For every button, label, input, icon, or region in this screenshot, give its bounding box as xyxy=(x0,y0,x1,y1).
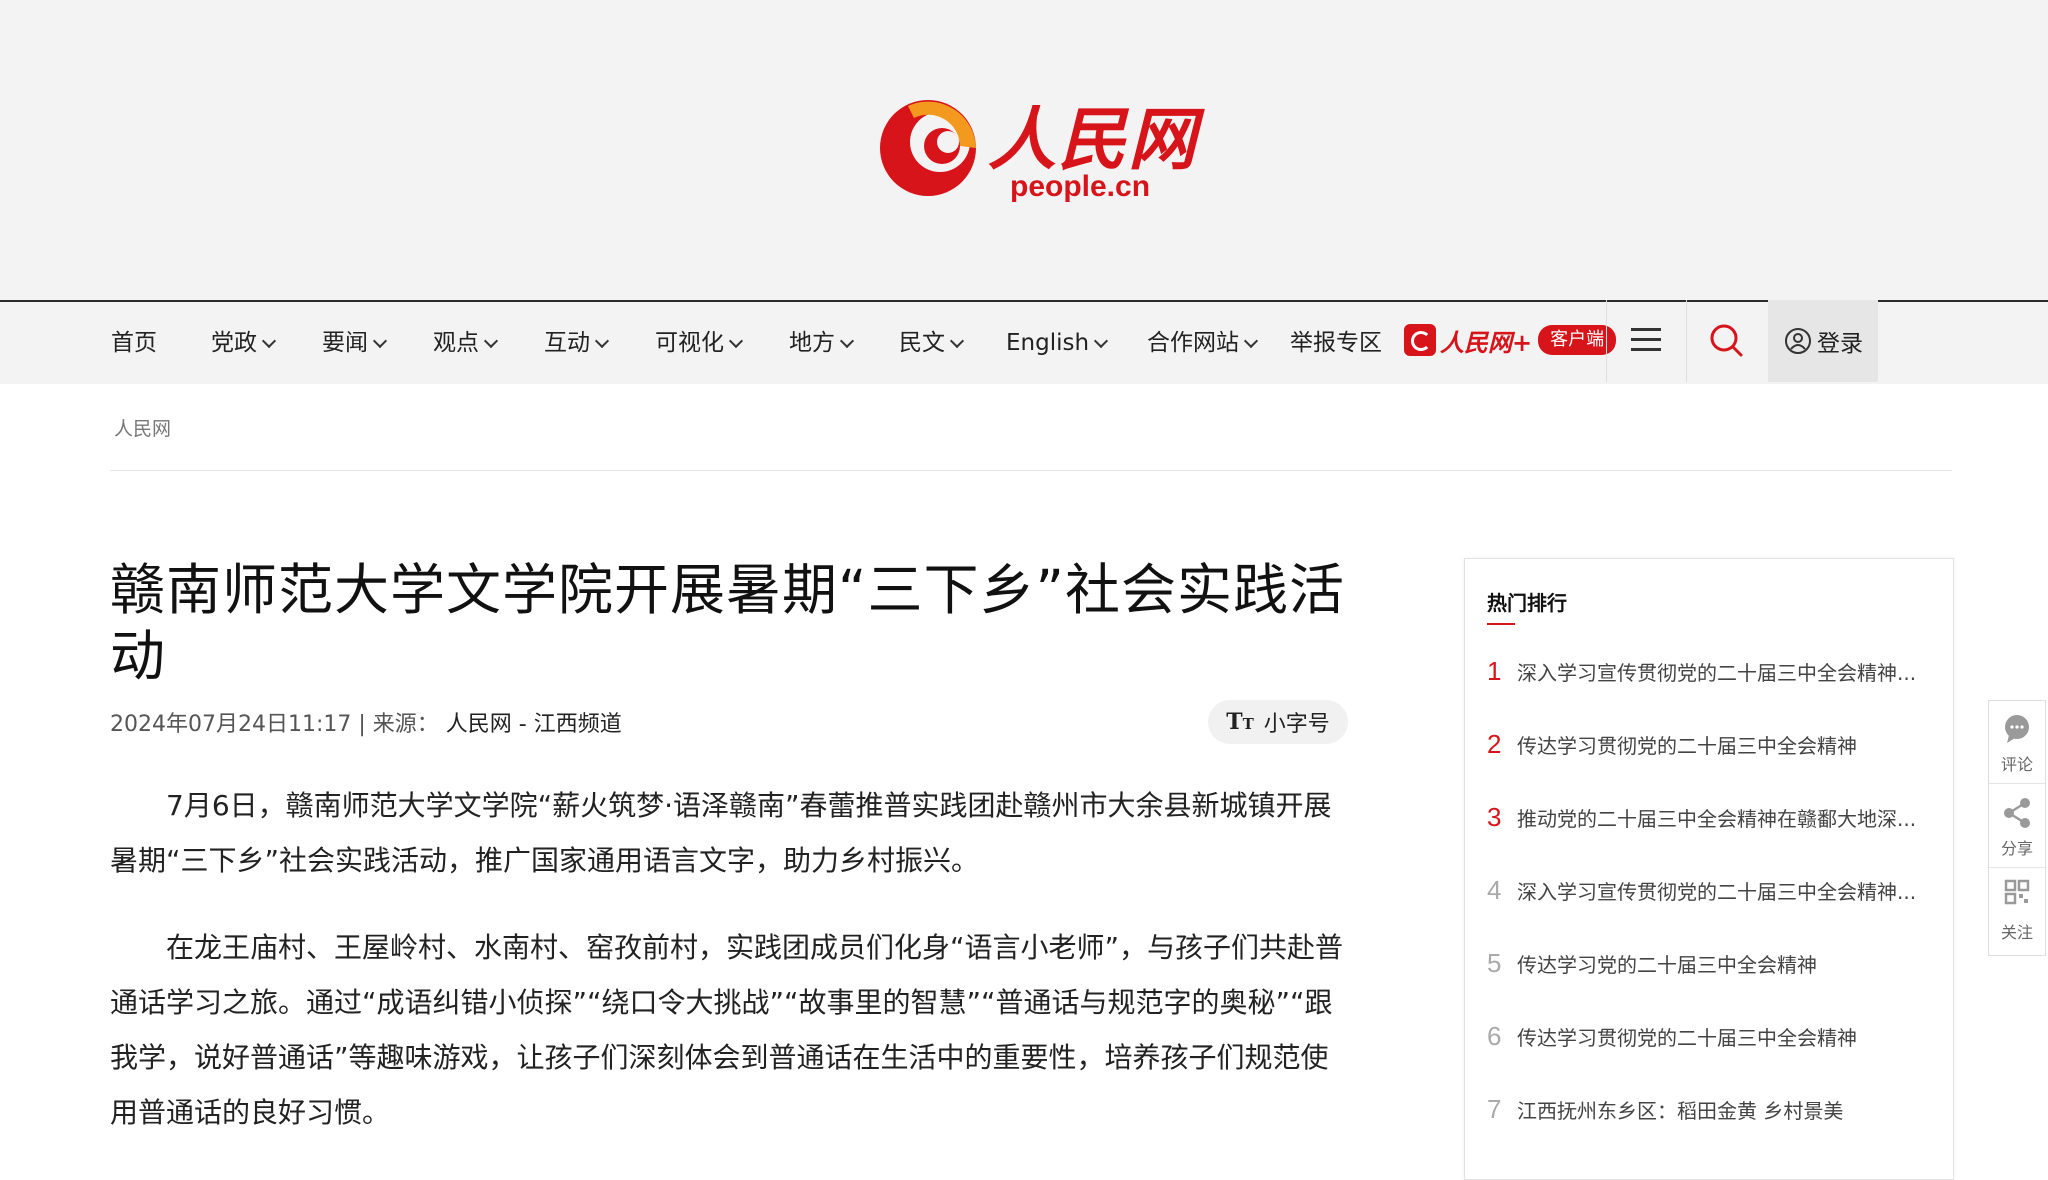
nav-item-visual[interactable]: 可视化 xyxy=(655,302,744,384)
user-icon xyxy=(1785,328,1811,354)
chevron-down-icon xyxy=(483,333,499,349)
rank-headline: 深入学习宣传贯彻党的二十届三中全会精神... xyxy=(1517,879,1917,904)
hot-ranking-item[interactable]: 7 江西抚州东乡区：稻田金黄 乡村景美 xyxy=(1487,1089,1927,1129)
rank-number: 2 xyxy=(1487,728,1502,759)
nav-item-home[interactable]: 首页 xyxy=(111,302,157,384)
nav-item-label: 地方 xyxy=(789,330,835,356)
font-size-label: 小字号 xyxy=(1263,712,1330,737)
divider xyxy=(1989,867,2045,868)
hot-ranking-item[interactable]: 3 推动党的二十届三中全会精神在赣鄱大地深... xyxy=(1487,797,1927,837)
qr-code-icon xyxy=(2004,879,2030,905)
article-paragraph: 在龙王庙村、王屋岭村、水南村、窑孜前村，实践团成员们化身“语言小老师”，与孩子们… xyxy=(110,931,1344,1129)
login-label: 登录 xyxy=(1817,331,1863,357)
nav-item-label: 举报专区 xyxy=(1290,330,1382,356)
rank-headline: 传达学习党的二十届三中全会精神 xyxy=(1517,952,1817,977)
nav-item-news[interactable]: 要闻 xyxy=(322,302,388,384)
article-paragraph: 7月6日，赣南师范大学文学院“薪火筑梦·语泽赣南”春蕾推普实践团赴赣州市大余县新… xyxy=(110,789,1332,877)
logo-cn-text: 人民网 xyxy=(988,100,1199,180)
rank-number: 3 xyxy=(1487,801,1502,832)
app-download-badge[interactable]: 人民网+ 客户端 xyxy=(1404,322,1617,358)
rank-number: 1 xyxy=(1487,655,1502,686)
menu-button[interactable] xyxy=(1606,300,1686,382)
rank-number: 4 xyxy=(1487,874,1502,905)
rank-headline: 深入学习宣传贯彻党的二十届三中全会精神... xyxy=(1517,660,1917,685)
login-button[interactable]: 登录 xyxy=(1768,300,1878,382)
font-size-icon: TT xyxy=(1226,709,1254,735)
follow-label: 关注 xyxy=(2000,923,2033,942)
menu-icon xyxy=(1631,328,1661,351)
share-icon xyxy=(2004,798,2030,828)
share-label: 分享 xyxy=(2000,839,2033,858)
nav-item-label: 要闻 xyxy=(322,330,368,356)
follow-button[interactable]: 关注 xyxy=(1989,869,2045,951)
nav-item-local[interactable]: 地方 xyxy=(789,302,855,384)
chevron-down-icon xyxy=(1243,333,1259,349)
nav-item-label: 党政 xyxy=(211,330,257,356)
rank-number: 7 xyxy=(1487,1093,1502,1124)
chevron-down-icon xyxy=(261,333,277,349)
app-name: 人民网+ xyxy=(1440,327,1533,357)
title-underline xyxy=(1487,623,1515,625)
comment-button[interactable]: 评论 xyxy=(1989,701,2045,783)
logo-en-text: people.cn xyxy=(1010,170,1151,203)
divider xyxy=(1989,783,2045,784)
nav-item-label: 民文 xyxy=(899,330,945,356)
rank-number: 6 xyxy=(1487,1020,1502,1051)
nav-item-party[interactable]: 党政 xyxy=(211,302,277,384)
hot-ranking-item[interactable]: 4 深入学习宣传贯彻党的二十届三中全会精神... xyxy=(1487,870,1927,910)
rank-headline: 推动党的二十届三中全会精神在赣鄱大地深... xyxy=(1517,806,1917,831)
people-cn-logo[interactable]: 人民网 people.cn xyxy=(878,88,1198,214)
nav-item-english[interactable]: English xyxy=(1006,302,1109,384)
nav-item-label: 首页 xyxy=(111,330,157,356)
hot-ranking-item[interactable]: 2 传达学习贯彻党的二十届三中全会精神 xyxy=(1487,724,1927,764)
chevron-down-icon xyxy=(594,333,610,349)
chevron-down-icon xyxy=(949,333,965,349)
hot-ranking-item[interactable]: 5 传达学习党的二十届三中全会精神 xyxy=(1487,943,1927,983)
hot-ranking-title: 热门排行 xyxy=(1487,591,1567,615)
font-size-toggle[interactable]: TT 小字号 xyxy=(1208,700,1348,744)
chevron-down-icon xyxy=(839,333,855,349)
nav-item-minority[interactable]: 民文 xyxy=(899,302,965,384)
floating-action-panel: 评论 分享 关注 xyxy=(1988,700,2046,956)
nav-item-report[interactable]: 举报专区 xyxy=(1290,302,1382,384)
app-pill: 客户端 xyxy=(1538,325,1617,355)
comment-icon xyxy=(2005,715,2029,743)
rank-headline: 江西抚州东乡区：稻田金黄 乡村景美 xyxy=(1517,1098,1844,1123)
search-icon xyxy=(1710,324,1743,357)
article-meta: 2024年07月24日11:17 | 来源： 人民网 - 江西频道 xyxy=(110,706,622,738)
nav-item-partners[interactable]: 合作网站 xyxy=(1147,302,1259,384)
rank-headline: 传达学习贯彻党的二十届三中全会精神 xyxy=(1517,733,1857,758)
chevron-down-icon xyxy=(728,333,744,349)
nav-item-label: English xyxy=(1006,330,1090,356)
source-prefix: | 来源： xyxy=(358,712,439,737)
chevron-down-icon xyxy=(1093,333,1109,349)
hot-ranking-item[interactable]: 6 传达学习贯彻党的二十届三中全会精神 xyxy=(1487,1016,1927,1056)
hot-ranking-panel: 热门排行 1 深入学习宣传贯彻党的二十届三中全会精神... 2 传达学习贯彻党的… xyxy=(1464,558,1954,1180)
article-title: 赣南师范大学文学院开展暑期“三下乡”社会实践活动 xyxy=(110,557,1345,688)
article-source[interactable]: 人民网 - 江西频道 xyxy=(446,712,622,737)
chevron-down-icon xyxy=(372,333,388,349)
share-button[interactable]: 分享 xyxy=(1989,785,2045,867)
rank-number: 5 xyxy=(1487,947,1502,978)
rank-headline: 传达学习贯彻党的二十届三中全会精神 xyxy=(1517,1025,1857,1050)
divider xyxy=(110,470,1952,471)
nav-item-label: 合作网站 xyxy=(1147,330,1239,356)
nav-item-interaction[interactable]: 互动 xyxy=(544,302,610,384)
nav-item-label: 互动 xyxy=(544,330,590,356)
nav-item-label: 观点 xyxy=(433,330,479,356)
breadcrumb-home[interactable]: 人民网 xyxy=(114,418,171,440)
nav-item-opinion[interactable]: 观点 xyxy=(433,302,499,384)
nav-item-label: 可视化 xyxy=(655,330,724,356)
comment-label: 评论 xyxy=(2000,755,2033,774)
breadcrumb[interactable]: 人民网 xyxy=(114,414,171,441)
search-button[interactable] xyxy=(1686,300,1768,382)
hot-ranking-item[interactable]: 1 深入学习宣传贯彻党的二十届三中全会精神... xyxy=(1487,651,1927,691)
article-datetime: 2024年07月24日11:17 xyxy=(110,712,352,737)
app-logo-icon xyxy=(1404,324,1436,356)
